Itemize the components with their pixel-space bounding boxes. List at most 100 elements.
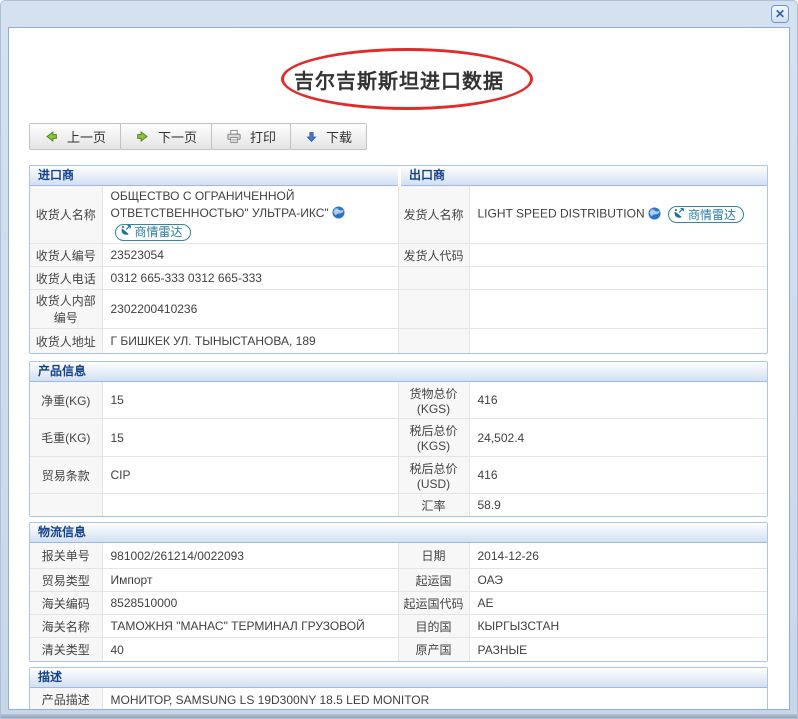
table-row: 贸易条款 CIP 税后总价 (USD) 416 [30, 457, 767, 494]
field-value: 40 [102, 638, 398, 661]
field-value: Г БИШКЕК УЛ. ТЫНЫСТАНОВА, 189 [102, 329, 398, 353]
importer-exporter-table: 收货人名称 ОБЩЕСТВО С ОГРАНИЧЕННОЙ ОТВЕТСТВЕН… [30, 186, 767, 353]
field-value: 15 [102, 419, 398, 457]
table-row: 毛重(KG) 15 税后总价 (KGS) 24,502.4 [30, 419, 767, 457]
field-value: 58.9 [469, 494, 767, 516]
field-label: 海关名称 [30, 615, 102, 638]
field-value: Импорт [102, 569, 398, 592]
field-value: 416 [469, 457, 767, 494]
importer-section-header: 进口商 [30, 166, 398, 186]
table-row: 海关编码 8528510000 起运国代码 AE [30, 592, 767, 615]
radar-icon [673, 207, 685, 222]
field-value: 15 [102, 382, 398, 419]
field-label [398, 329, 469, 353]
field-value: МОНИТОР, SAMSUNG LS 19D300NY 18.5 LED MO… [102, 688, 767, 710]
green-arrow-right-icon [135, 129, 150, 144]
field-label: 收货人名称 [30, 186, 102, 244]
radar-badge-label: 商情雷达 [688, 206, 736, 223]
download-button[interactable]: 下载 [290, 123, 367, 150]
field-label: 收货人编号 [30, 244, 102, 267]
field-label: 毛重(KG) [30, 419, 102, 457]
field-label: 海关编码 [30, 592, 102, 615]
field-value: 23523054 [102, 244, 398, 267]
radar-icon [120, 224, 132, 241]
consignee-name-text: ОБЩЕСТВО С ОГРАНИЧЕННОЙ ОТВЕТСТВЕННОСТЬЮ… [111, 189, 329, 220]
field-value [469, 329, 767, 353]
table-row: 收货人地址 Г БИШКЕК УЛ. ТЫНЫСТАНОВА, 189 [30, 329, 767, 353]
field-label: 起运国 [398, 569, 469, 592]
field-label: 日期 [398, 543, 469, 569]
table-row: 净重(KG) 15 货物总价 (KGS) 416 [30, 382, 767, 419]
field-label: 报关单号 [30, 543, 102, 569]
field-label: 收货人电话 [30, 267, 102, 290]
radar-badge[interactable]: 商情雷达 [115, 224, 191, 241]
field-label: 贸易类型 [30, 569, 102, 592]
field-value: 981002/261214/0022093 [102, 543, 398, 569]
radar-badge-label: 商情雷达 [135, 224, 183, 241]
logistics-info-table: 报关单号 981002/261214/0022093 日期 2014-12-26… [30, 543, 767, 661]
field-value [469, 290, 767, 329]
field-value: КЫРГЫЗСТАН [469, 615, 767, 638]
field-label: 目的国 [398, 615, 469, 638]
table-row: 产品描述 МОНИТОР, SAMSUNG LS 19D300NY 18.5 L… [30, 688, 767, 710]
prev-page-button[interactable]: 上一页 [29, 123, 121, 150]
field-value: LIGHT SPEED DISTRIBUTION 商情雷达 [469, 186, 767, 244]
description-table: 产品描述 МОНИТОР, SAMSUNG LS 19D300NY 18.5 L… [30, 688, 767, 710]
field-value: AE [469, 592, 767, 615]
print-label: 打印 [250, 127, 276, 146]
field-value: 24,502.4 [469, 419, 767, 457]
toolbar: 上一页 下一页 打印 [29, 123, 789, 150]
field-label: 收货人地址 [30, 329, 102, 353]
next-page-label: 下一页 [158, 127, 197, 146]
print-button[interactable]: 打印 [211, 123, 291, 150]
field-label: 收货人内部编号 [30, 290, 102, 329]
field-label: 起运国代码 [398, 592, 469, 615]
field-value: ТАМОЖНЯ "МАНАС" ТЕРМИНАЛ ГРУЗОВОЙ [102, 615, 398, 638]
page-title: 吉尔吉斯斯坦进口数据 [9, 65, 789, 94]
field-label: 产品描述 [30, 688, 102, 710]
field-value: РАЗНЫЕ [469, 638, 767, 661]
globe-icon[interactable] [332, 208, 345, 222]
field-value: 2014-12-26 [469, 543, 767, 569]
next-page-button[interactable]: 下一页 [120, 123, 212, 150]
product-info-panel: 产品信息 净重(KG) 15 货物总价 (KGS) 416 毛重(KG) 15 … [29, 361, 768, 517]
field-value: ОАЭ [469, 569, 767, 592]
exporter-section-header: 出口商 [401, 166, 767, 186]
logistics-info-panel: 物流信息 报关单号 981002/261214/0022093 日期 2014-… [29, 522, 768, 662]
shipper-name-text: LIGHT SPEED DISTRIBUTION [478, 207, 645, 221]
field-label [398, 267, 469, 290]
printer-icon [226, 129, 242, 144]
field-value [469, 267, 767, 290]
field-label: 净重(KG) [30, 382, 102, 419]
field-label: 发货人代码 [398, 244, 469, 267]
table-row: 收货人电话 0312 665-333 0312 665-333 [30, 267, 767, 290]
dialog-content: 吉尔吉斯斯坦进口数据 上一页 下一页 [8, 27, 790, 710]
field-label: 货物总价 (KGS) [398, 382, 469, 419]
green-arrow-left-icon [44, 129, 59, 144]
field-label: 汇率 [398, 494, 469, 516]
field-value: CIP [102, 457, 398, 494]
globe-icon[interactable] [648, 209, 661, 223]
table-row: 清关类型 40 原产国 РАЗНЫЕ [30, 638, 767, 661]
product-info-table: 净重(KG) 15 货物总价 (KGS) 416 毛重(KG) 15 税后总价 … [30, 382, 767, 516]
field-label: 税后总价 (USD) [398, 457, 469, 494]
radar-badge[interactable]: 商情雷达 [668, 206, 744, 223]
field-value: 8528510000 [102, 592, 398, 615]
table-row: 收货人编号 23523054 发货人代码 [30, 244, 767, 267]
field-value [469, 244, 767, 267]
download-label: 下载 [326, 127, 352, 146]
table-row: 收货人名称 ОБЩЕСТВО С ОГРАНИЧЕННОЙ ОТВЕТСТВЕН… [30, 186, 767, 244]
table-row: 收货人内部编号 2302200410236 [30, 290, 767, 329]
logistics-section-header: 物流信息 [30, 523, 767, 543]
field-value: 416 [469, 382, 767, 419]
field-label [30, 494, 102, 516]
field-label: 贸易条款 [30, 457, 102, 494]
close-icon[interactable]: ✕ [771, 5, 789, 23]
field-value: ОБЩЕСТВО С ОГРАНИЧЕННОЙ ОТВЕТСТВЕННОСТЬЮ… [102, 186, 398, 244]
field-label: 原产国 [398, 638, 469, 661]
table-row: 海关名称 ТАМОЖНЯ "МАНАС" ТЕРМИНАЛ ГРУЗОВОЙ 目… [30, 615, 767, 638]
blue-arrow-down-icon [305, 130, 318, 144]
dialog-window: ✕ 吉尔吉斯斯坦进口数据 上一页 下一页 [0, 0, 798, 719]
field-label: 清关类型 [30, 638, 102, 661]
importer-exporter-headers: 进口商 出口商 [30, 166, 767, 186]
